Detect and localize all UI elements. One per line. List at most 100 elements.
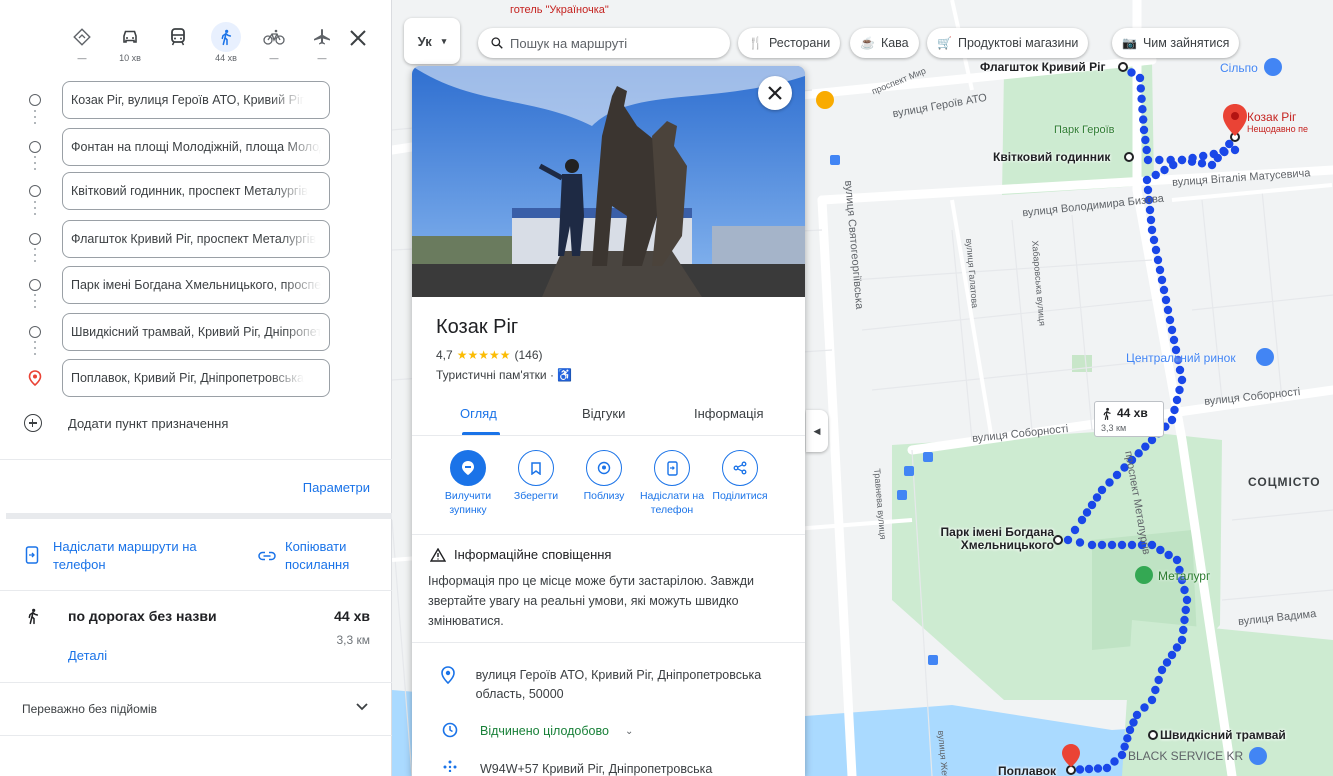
save-button[interactable]: Зберегти bbox=[502, 450, 570, 503]
map-label-black-service[interactable]: BLACK SERVICE KR bbox=[1128, 749, 1243, 763]
map-label-park-khmelnytskyi[interactable]: Парк імені Богдана Хмельницького bbox=[926, 526, 1054, 552]
route-name[interactable]: по дорогах без назви bbox=[68, 608, 217, 624]
chip-coffee[interactable]: ☕ Кава bbox=[850, 28, 919, 58]
route-dot bbox=[1177, 635, 1187, 645]
place-photo[interactable] bbox=[412, 66, 805, 297]
route-search-input[interactable]: Пошук на маршруті bbox=[478, 28, 730, 58]
waypoint-circle-icon bbox=[29, 185, 41, 197]
map-label-hotel[interactable]: готель "Україночка" bbox=[510, 4, 609, 16]
airplane-icon bbox=[307, 22, 337, 52]
mode-walk[interactable]: 44 хв bbox=[202, 22, 250, 64]
walk-icon bbox=[1103, 407, 1111, 420]
waypoint-input[interactable]: Козак Ріг, вулиця Героїв АТО, Кривий Ріг bbox=[62, 81, 330, 119]
route-dot bbox=[1139, 125, 1149, 135]
hours-row[interactable]: Відчинено цілодобово ⌄ bbox=[440, 722, 633, 741]
waypoint-text: Парк імені Богдана Хмельницького, проспе… bbox=[71, 278, 321, 292]
waypoint-input[interactable]: Квітковий годинник, проспект Металургів bbox=[62, 172, 330, 210]
map-label-metalurh[interactable]: Металург bbox=[1158, 569, 1210, 583]
section-divider bbox=[6, 513, 392, 519]
language-button[interactable]: Ук ▾ bbox=[404, 18, 460, 64]
place-category: Туристичні пам'ятки · ♿ bbox=[436, 368, 572, 382]
add-destination-button[interactable]: Додати пункт призначення bbox=[24, 414, 228, 432]
route-dot bbox=[1129, 718, 1138, 727]
mode-flight-time: — bbox=[317, 53, 327, 63]
waypoint-input[interactable]: Флагшток Кривий Ріг, проспект Металургів bbox=[62, 220, 330, 258]
wheelchair-icon: ♿ bbox=[557, 368, 573, 382]
rating-row[interactable]: 4,7 ★★★★★ (146) bbox=[436, 348, 543, 362]
waypoint-text: Козак Ріг, вулиця Героїв АТО, Кривий Ріг bbox=[71, 93, 305, 107]
remove-stop-button[interactable]: Вилучити зупинку bbox=[434, 450, 502, 517]
route-dot bbox=[1177, 375, 1187, 385]
route-dot bbox=[1084, 764, 1094, 774]
card-close-button[interactable] bbox=[758, 76, 792, 110]
send-routes-button[interactable]: Надіслати маршрути на телефон bbox=[25, 538, 225, 574]
waypoint-input[interactable]: Парк імені Богдана Хмельницького, проспе… bbox=[62, 266, 330, 304]
route-dot bbox=[1135, 73, 1145, 83]
tab-overview[interactable]: Огляд bbox=[460, 406, 497, 421]
map-label-park-heroes[interactable]: Парк Героїв bbox=[1054, 124, 1114, 136]
map-label-kozak-rig[interactable]: Козак Ріг bbox=[1247, 110, 1296, 124]
mode-flight[interactable]: — bbox=[298, 22, 346, 64]
collapse-panel-button[interactable]: ◀ bbox=[806, 410, 828, 452]
warning-icon bbox=[430, 547, 446, 562]
route-dot bbox=[1177, 155, 1187, 165]
location-pin-icon bbox=[440, 666, 456, 684]
chip-things-to-do[interactable]: 📷 Чим зайнятися bbox=[1112, 28, 1240, 58]
chip-restaurants[interactable]: 🍴 Ресторани bbox=[738, 28, 841, 58]
coffee-cup-icon: ☕ bbox=[860, 36, 875, 50]
map-label-central-market[interactable]: Центральний ринок bbox=[1126, 351, 1236, 365]
copy-link-button[interactable]: Копіювати посилання bbox=[258, 538, 368, 574]
route-time-callout[interactable]: 44 хв 3,3 км bbox=[1094, 401, 1164, 437]
route-time: 44 хв bbox=[334, 608, 370, 624]
route-elevation-note[interactable]: Переважно без підйомів bbox=[22, 702, 157, 716]
chevron-down-icon[interactable]: ⌄ bbox=[625, 722, 633, 741]
mode-best[interactable]: — bbox=[58, 22, 106, 64]
send-to-phone-button[interactable]: Надіслати на телефон bbox=[638, 450, 706, 517]
nearby-label: Поблизу bbox=[583, 490, 625, 502]
map-label-recently-viewed: Нещодавно пе bbox=[1247, 124, 1309, 134]
nearby-button[interactable]: Поблизу bbox=[570, 450, 638, 503]
map-label-flower-clock[interactable]: Квітковий годинник bbox=[993, 150, 1110, 164]
route-dot bbox=[1151, 170, 1160, 180]
chevron-left-icon: ◀ bbox=[813, 425, 821, 436]
route-dot bbox=[1207, 160, 1217, 170]
map-label-tram[interactable]: Швидкісний трамвай bbox=[1160, 728, 1286, 742]
mode-car-time: 10 хв bbox=[119, 53, 141, 63]
route-dot bbox=[1082, 508, 1092, 517]
route-dot bbox=[1220, 147, 1229, 157]
route-dot bbox=[1102, 763, 1112, 773]
route-dot bbox=[1159, 285, 1169, 295]
review-count[interactable]: (146) bbox=[514, 348, 542, 362]
rating-value: 4,7 bbox=[436, 348, 453, 362]
chip-groceries[interactable]: 🛒 Продуктові магазини bbox=[927, 28, 1089, 58]
route-details-link[interactable]: Деталі bbox=[68, 648, 107, 663]
route-dot bbox=[1179, 625, 1188, 635]
map-label-flagpole[interactable]: Флагшток Кривий Ріг bbox=[980, 60, 1105, 74]
waypoint-row: Поплавок, Кривий Ріг, Дніпропетровська bbox=[22, 359, 342, 397]
card-divider bbox=[412, 534, 805, 535]
map-label-silpo[interactable]: Сільпо bbox=[1220, 61, 1258, 75]
plus-code-row[interactable]: W94W+57 Кривий Ріг, Дніпропетровська bbox=[440, 760, 712, 776]
waypoint-input[interactable]: Швидкісний трамвай, Кривий Ріг, Дніпропе… bbox=[62, 313, 330, 351]
waypoint-input[interactable]: Поплавок, Кривий Ріг, Дніпропетровська bbox=[62, 359, 330, 397]
warning-title: Інформаційне сповіщення bbox=[430, 547, 611, 562]
options-link[interactable]: Параметри bbox=[303, 480, 370, 495]
close-directions-button[interactable] bbox=[346, 26, 370, 50]
route-dot bbox=[1163, 305, 1173, 315]
share-button[interactable]: Поділитися bbox=[706, 450, 774, 503]
chevron-down-icon[interactable] bbox=[355, 702, 369, 712]
tab-info[interactable]: Інформація bbox=[694, 406, 764, 421]
waypoint-input[interactable]: Фонтан на площі Молодіжній, площа Молоді… bbox=[62, 128, 330, 166]
share-label: Поділитися bbox=[712, 490, 768, 502]
route-dot bbox=[1175, 365, 1185, 375]
mode-transit[interactable] bbox=[154, 22, 202, 64]
tab-reviews[interactable]: Відгуки bbox=[582, 406, 625, 421]
warning-title-text: Інформаційне сповіщення bbox=[454, 547, 612, 562]
mode-bicycle[interactable]: — bbox=[250, 22, 298, 64]
address-row[interactable]: вулиця Героїв АТО, Кривий Ріг, Дніпропет… bbox=[440, 666, 770, 704]
map-label-poplavok[interactable]: Поплавок bbox=[998, 764, 1056, 776]
mode-car[interactable]: 10 хв bbox=[106, 22, 154, 64]
route-dot bbox=[1169, 335, 1179, 345]
route-dot bbox=[1167, 415, 1177, 425]
route-dot bbox=[1172, 555, 1182, 565]
